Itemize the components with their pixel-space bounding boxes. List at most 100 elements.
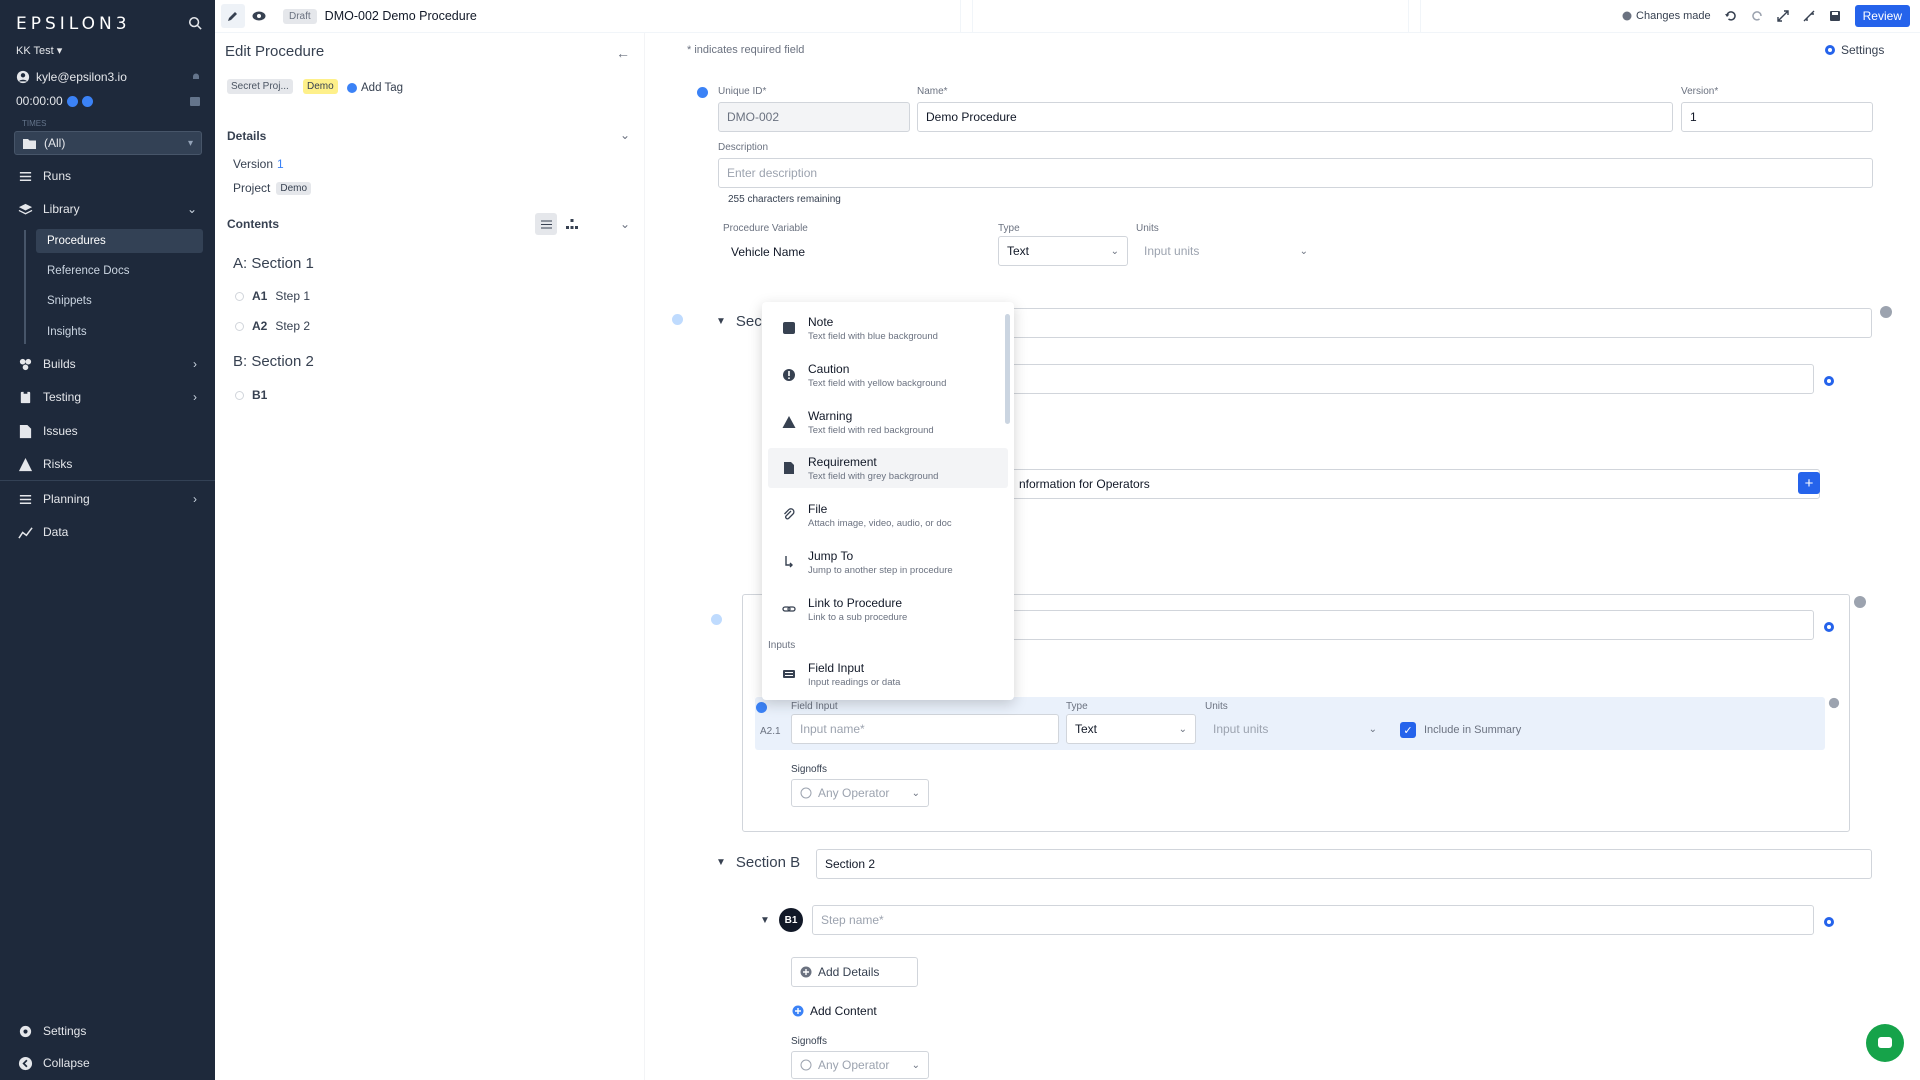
fi-units-field[interactable]: Input units ⌄ (1205, 714, 1385, 744)
menu-item-field-input[interactable]: Field Input Input readings or data (768, 654, 1008, 694)
menu-item-link-to-procedure[interactable]: Link to Procedure Link to a sub procedure (768, 589, 1008, 629)
search-icon[interactable] (188, 16, 202, 30)
info-icon[interactable] (711, 614, 722, 625)
outline-step-b1[interactable]: B1 (235, 388, 267, 402)
nav-builds[interactable]: Builds › (0, 352, 215, 376)
settings-link[interactable]: Settings (1824, 43, 1884, 57)
tag-secret-project[interactable]: Secret Proj... (227, 79, 293, 94)
collapse-arrows-icon[interactable] (1803, 10, 1815, 22)
section-b-name-field[interactable]: Section 2 (816, 849, 1872, 879)
nav-settings[interactable]: Settings (0, 1019, 215, 1043)
procedure-variable-field[interactable]: Vehicle Name (723, 237, 993, 267)
nav-procedures[interactable]: Procedures (36, 229, 203, 253)
nav-collapse[interactable]: Collapse (0, 1051, 215, 1075)
pause-icon[interactable] (81, 95, 93, 107)
info-icon[interactable] (672, 314, 683, 325)
nav-insights[interactable]: Insights (36, 320, 203, 344)
gear-icon[interactable] (1822, 620, 1836, 634)
step-a2-name-field[interactable] (1010, 610, 1814, 640)
details-header[interactable]: Details (227, 129, 266, 143)
section-a-name-field[interactable] (1010, 308, 1872, 338)
fi-type-label: Type (1066, 701, 1088, 712)
tag-demo[interactable]: Demo (303, 79, 338, 94)
nav-planning[interactable]: Planning › (0, 487, 215, 511)
outline-section-a[interactable]: A: Section 1 (233, 255, 314, 272)
nav-snippets[interactable]: Snippets (36, 289, 203, 313)
version-field[interactable]: 1 (1681, 102, 1873, 132)
undo-icon[interactable] (1724, 10, 1737, 22)
content-text-field[interactable]: nformation for Operators (1010, 469, 1820, 499)
chat-button[interactable] (1866, 1024, 1904, 1062)
bell-icon[interactable] (191, 72, 201, 82)
signoffs-label-2: Signoffs (791, 1036, 827, 1047)
menu-item-file[interactable]: File Attach image, video, audio, or doc (768, 495, 1008, 535)
outline-section-b[interactable]: B: Section 2 (233, 353, 314, 370)
nav-library[interactable]: Library ⌄ (0, 197, 215, 221)
collapse-triangle-icon[interactable]: ▼ (760, 915, 770, 926)
info-icon[interactable] (697, 87, 708, 98)
save-icon[interactable] (1829, 10, 1841, 22)
collapse-triangle-icon[interactable]: ▼ (716, 316, 726, 327)
nav-runs[interactable]: Runs (0, 164, 215, 188)
step-b1-name-field[interactable]: Step name* (812, 905, 1814, 935)
outline-step-a2[interactable]: A2 Step 2 (235, 319, 310, 333)
menu-item-warning[interactable]: Warning Text field with red background (768, 402, 1008, 442)
outline-step-a1[interactable]: A1 Step 1 (235, 289, 310, 303)
add-details-button[interactable]: Add Details (791, 957, 918, 987)
eye-icon[interactable] (247, 4, 271, 28)
menu-item-jump-to[interactable]: Jump To Jump to another step in procedure (768, 542, 1008, 582)
app-logo[interactable]: EPSILON3 (16, 14, 131, 34)
signoff-value: Any Operator (818, 786, 890, 800)
nav-risks[interactable]: Risks (0, 452, 215, 476)
list-view-icon[interactable] (535, 213, 557, 235)
description-field[interactable]: Enter description (718, 158, 1873, 188)
close-circle-icon[interactable] (1853, 595, 1867, 609)
warning-icon (782, 416, 796, 428)
add-tag-button[interactable]: Add Tag (343, 80, 407, 96)
info-icon[interactable] (756, 702, 767, 713)
add-button[interactable]: + (1798, 472, 1820, 494)
expand-icon[interactable] (1776, 10, 1789, 22)
menu-item-title: Note (808, 314, 834, 329)
close-circle-icon[interactable] (1828, 697, 1840, 709)
settings-label: Settings (1841, 43, 1885, 57)
fi-type-select[interactable]: Text ⌄ (1066, 714, 1196, 744)
edit-icon[interactable] (221, 4, 245, 28)
arrow-left-icon[interactable]: ← (616, 45, 630, 61)
panel-title: Edit Procedure (225, 43, 325, 60)
nav-data[interactable]: Data (0, 520, 215, 544)
collapse-triangle-icon[interactable]: ▼ (716, 857, 726, 868)
units-field[interactable]: Input units ⌄ (1136, 236, 1316, 266)
user-row[interactable]: kyle@epsilon3.io (16, 70, 201, 84)
step-name-field[interactable] (1010, 364, 1814, 394)
signoff-select-2[interactable]: Any Operator ⌄ (791, 1051, 929, 1079)
type-select[interactable]: Text ⌄ (998, 236, 1128, 266)
status-badge: Draft (283, 8, 317, 24)
nav-reference-docs[interactable]: Reference Docs (36, 259, 203, 283)
name-field[interactable]: Demo Procedure (917, 102, 1673, 132)
menu-item-note[interactable]: Note Text field with blue background (768, 308, 1008, 348)
signoff-select[interactable]: Any Operator ⌄ (791, 779, 929, 807)
org-switcher[interactable]: KK Test ▾ (16, 44, 62, 57)
nav-issues[interactable]: Issues (0, 419, 215, 443)
gear-icon[interactable] (1822, 915, 1836, 929)
tree-view-icon[interactable] (561, 213, 583, 235)
redo-icon[interactable] (1751, 10, 1763, 22)
chevron-down-icon[interactable]: ⌄ (620, 128, 630, 142)
play-icon[interactable] (66, 95, 78, 107)
close-circle-icon[interactable] (1879, 305, 1893, 319)
nav-testing[interactable]: Testing › (0, 385, 215, 409)
project-filter-select[interactable]: (All) ▾ (14, 131, 202, 155)
unique-id-field[interactable]: DMO-002 (718, 102, 910, 132)
include-summary-checkbox[interactable]: ✓ (1400, 722, 1416, 738)
add-content-button[interactable]: Add Content (792, 1004, 877, 1018)
input-name-field[interactable]: Input name* (791, 714, 1059, 744)
calendar-icon[interactable] (189, 95, 201, 107)
review-button[interactable]: Review (1854, 5, 1910, 27)
menu-item-requirement[interactable]: Requirement Text field with grey backgrou… (768, 448, 1008, 488)
contents-header[interactable]: Contents (227, 217, 279, 231)
chevron-down-icon[interactable]: ⌄ (620, 217, 630, 231)
gear-icon[interactable] (1822, 374, 1836, 388)
menu-item-caution[interactable]: Caution Text field with yellow background (768, 355, 1008, 395)
chevron-down-icon: ▾ (187, 137, 193, 149)
